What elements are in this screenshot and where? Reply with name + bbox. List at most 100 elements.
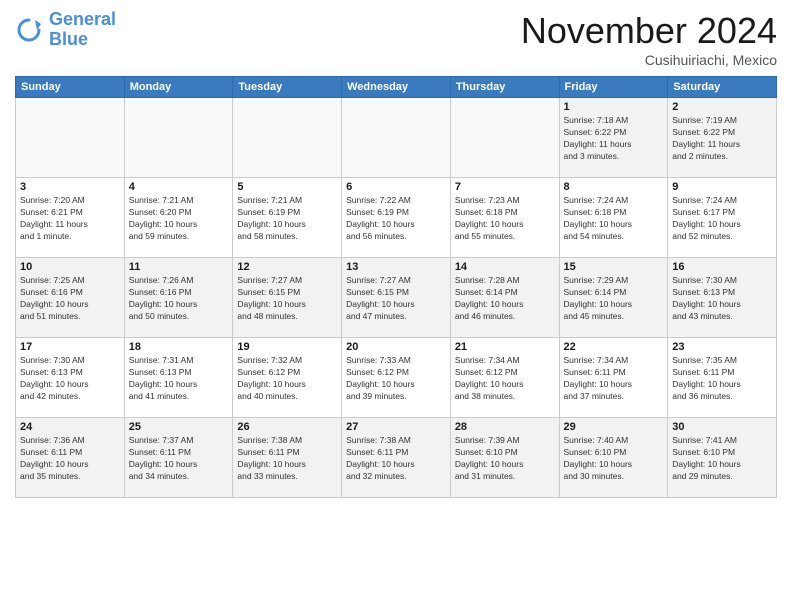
calendar-cell: 3Sunrise: 7:20 AMSunset: 6:21 PMDaylight… xyxy=(16,178,125,258)
day-info-line: and 41 minutes. xyxy=(129,391,189,401)
day-info-line: Sunset: 6:12 PM xyxy=(346,367,409,377)
day-info-line: Daylight: 10 hours xyxy=(672,219,741,229)
day-info-line: Sunset: 6:21 PM xyxy=(20,207,83,217)
logo-text: General Blue xyxy=(49,10,116,50)
day-info-line: and 3 minutes. xyxy=(564,151,620,161)
calendar-cell xyxy=(233,98,342,178)
calendar-cell: 23Sunrise: 7:35 AMSunset: 6:11 PMDayligh… xyxy=(668,338,777,418)
day-info-line: Sunrise: 7:38 AM xyxy=(346,435,411,445)
day-info-line: Daylight: 11 hours xyxy=(20,219,88,229)
day-info-line: Sunset: 6:15 PM xyxy=(346,287,409,297)
day-info-line: Daylight: 10 hours xyxy=(237,459,306,469)
day-info-line: Daylight: 10 hours xyxy=(455,459,524,469)
calendar-cell: 13 Sunrise: 7:27 AMSunset: 6:15 PMDayligh… xyxy=(342,258,451,338)
calendar-cell: 14Sunrise: 7:28 AMSunset: 6:14 PMDayligh… xyxy=(450,258,559,338)
calendar-cell xyxy=(450,98,559,178)
day-info: Sunrise: 7:37 AMSunset: 6:11 PMDaylight:… xyxy=(129,435,229,483)
day-info-line: Sunset: 6:17 PM xyxy=(672,207,735,217)
day-info-line: Daylight: 10 hours xyxy=(455,219,524,229)
day-info: Sunrise: 7:29 AMSunset: 6:14 PMDaylight:… xyxy=(564,275,664,323)
day-info-line: and 47 minutes. xyxy=(346,311,406,321)
calendar-cell: 25Sunrise: 7:37 AMSunset: 6:11 PMDayligh… xyxy=(124,418,233,498)
day-info-line: Sunrise: 7:24 AM xyxy=(672,195,737,205)
day-info-line: and 34 minutes. xyxy=(129,471,189,481)
day-info-line: Sunrise: 7:30 AM xyxy=(672,275,737,285)
day-info-line: Daylight: 10 hours xyxy=(346,219,415,229)
day-info-line: Sunrise: 7:27 AM xyxy=(237,275,302,285)
day-info-line: Sunrise: 7:20 AM xyxy=(20,195,85,205)
day-info-line: Sunrise: 7:40 AM xyxy=(564,435,629,445)
location: Cusihuiriachi, Mexico xyxy=(521,52,777,68)
logo: General Blue xyxy=(15,10,116,50)
day-number: 21 xyxy=(455,341,555,353)
day-info-line: Daylight: 10 hours xyxy=(20,459,89,469)
day-info-line: Sunset: 6:18 PM xyxy=(564,207,627,217)
day-info-line: Sunset: 6:11 PM xyxy=(129,447,191,457)
day-info-line: Sunrise: 7:41 AM xyxy=(672,435,737,445)
day-info-line: Daylight: 10 hours xyxy=(129,299,198,309)
day-info-line: and 31 minutes. xyxy=(455,471,515,481)
day-info-line: Daylight: 10 hours xyxy=(564,299,633,309)
day-info-line: Sunrise: 7:18 AM xyxy=(564,115,629,125)
day-info-line: Sunrise: 7:31 AM xyxy=(129,355,194,365)
header-monday: Monday xyxy=(124,77,233,98)
day-info-line: Daylight: 10 hours xyxy=(20,299,89,309)
calendar-week-2: 3Sunrise: 7:20 AMSunset: 6:21 PMDaylight… xyxy=(16,178,777,258)
day-info: Sunrise: 7:33 AMSunset: 6:12 PMDaylight:… xyxy=(346,355,446,403)
day-info-line: Sunrise: 7:32 AM xyxy=(237,355,302,365)
day-info-line: Sunset: 6:22 PM xyxy=(672,127,735,137)
day-info-line: Sunset: 6:16 PM xyxy=(129,287,192,297)
day-number: 13 xyxy=(346,261,446,273)
day-info-line: and 30 minutes. xyxy=(564,471,624,481)
calendar-cell: 22Sunrise: 7:34 AMSunset: 6:11 PMDayligh… xyxy=(559,338,668,418)
day-info-line: and 51 minutes. xyxy=(20,311,80,321)
day-info: Sunrise: 7:34 AMSunset: 6:11 PMDaylight:… xyxy=(564,355,664,403)
day-info: Sunrise: 7:23 AMSunset: 6:18 PMDaylight:… xyxy=(455,195,555,243)
day-info-line: Daylight: 10 hours xyxy=(564,219,633,229)
day-number: 18 xyxy=(129,341,229,353)
day-number: 7 xyxy=(455,181,555,193)
day-info-line: Daylight: 10 hours xyxy=(237,219,306,229)
calendar-cell: 19Sunrise: 7:32 AMSunset: 6:12 PMDayligh… xyxy=(233,338,342,418)
day-info-line: Sunset: 6:19 PM xyxy=(237,207,300,217)
day-info-line: Sunrise: 7:21 AM xyxy=(129,195,194,205)
calendar-cell: 29Sunrise: 7:40 AMSunset: 6:10 PMDayligh… xyxy=(559,418,668,498)
day-number: 12 xyxy=(237,261,337,273)
day-info: Sunrise: 7:31 AMSunset: 6:13 PMDaylight:… xyxy=(129,355,229,403)
day-info-line: and 54 minutes. xyxy=(564,231,624,241)
day-info-line: Daylight: 10 hours xyxy=(346,379,415,389)
day-info-line: Daylight: 10 hours xyxy=(129,379,198,389)
day-info-line: and 52 minutes. xyxy=(672,231,732,241)
day-info-line: Daylight: 10 hours xyxy=(346,459,415,469)
calendar-cell: 18 Sunrise: 7:31 AMSunset: 6:13 PMDayligh… xyxy=(124,338,233,418)
day-number: 25 xyxy=(129,421,229,433)
day-info: Sunrise: 7:38 AMSunset: 6:11 PMDaylight:… xyxy=(237,435,337,483)
day-number: 6 xyxy=(346,181,446,193)
day-info: Sunrise: 7:25 AM Sunset: 6:16 PM Daylight:… xyxy=(20,275,120,323)
day-info-line: Sunset: 6:14 PM xyxy=(564,287,627,297)
day-info-line: and 32 minutes. xyxy=(346,471,406,481)
day-info: Sunrise: 7:35 AMSunset: 6:11 PMDaylight:… xyxy=(672,355,772,403)
day-info-line: Sunset: 6:12 PM xyxy=(455,367,518,377)
day-info-line: Daylight: 11 hours xyxy=(564,139,632,149)
day-info: Sunrise: 7:19 AMSunset: 6:22 PMDaylight:… xyxy=(672,115,772,163)
calendar: Sunday Monday Tuesday Wednesday Thursday… xyxy=(15,76,777,498)
day-info-line: Sunrise: 7:37 AM xyxy=(129,435,194,445)
day-info-line: and 59 minutes. xyxy=(129,231,189,241)
month-title: November 2024 xyxy=(521,10,777,52)
calendar-cell: 11Sunrise: 7:26 AMSunset: 6:16 PMDayligh… xyxy=(124,258,233,338)
day-number: 14 xyxy=(455,261,555,273)
header-sunday: Sunday xyxy=(16,77,125,98)
calendar-cell: 15Sunrise: 7:29 AMSunset: 6:14 PMDayligh… xyxy=(559,258,668,338)
calendar-cell xyxy=(124,98,233,178)
day-info-line: Sunrise: 7:25 AM xyxy=(20,275,85,285)
day-info-line: Sunset: 6:16 PM xyxy=(20,287,83,297)
day-info: Sunrise: 7:32 AMSunset: 6:12 PMDaylight:… xyxy=(237,355,337,403)
day-info: Sunrise: 7:40 AMSunset: 6:10 PMDaylight:… xyxy=(564,435,664,483)
day-info-line: Sunset: 6:11 PM xyxy=(564,367,626,377)
calendar-cell: 5Sunrise: 7:21 AMSunset: 6:19 PMDaylight… xyxy=(233,178,342,258)
day-info: Sunrise: 7:27 AMSunset: 6:15 PMDaylight:… xyxy=(346,275,446,323)
day-info-line: Sunset: 6:11 PM xyxy=(20,447,82,457)
day-info-line: Daylight: 10 hours xyxy=(129,219,198,229)
day-info: Sunrise: 7:26 AMSunset: 6:16 PMDaylight:… xyxy=(129,275,229,323)
